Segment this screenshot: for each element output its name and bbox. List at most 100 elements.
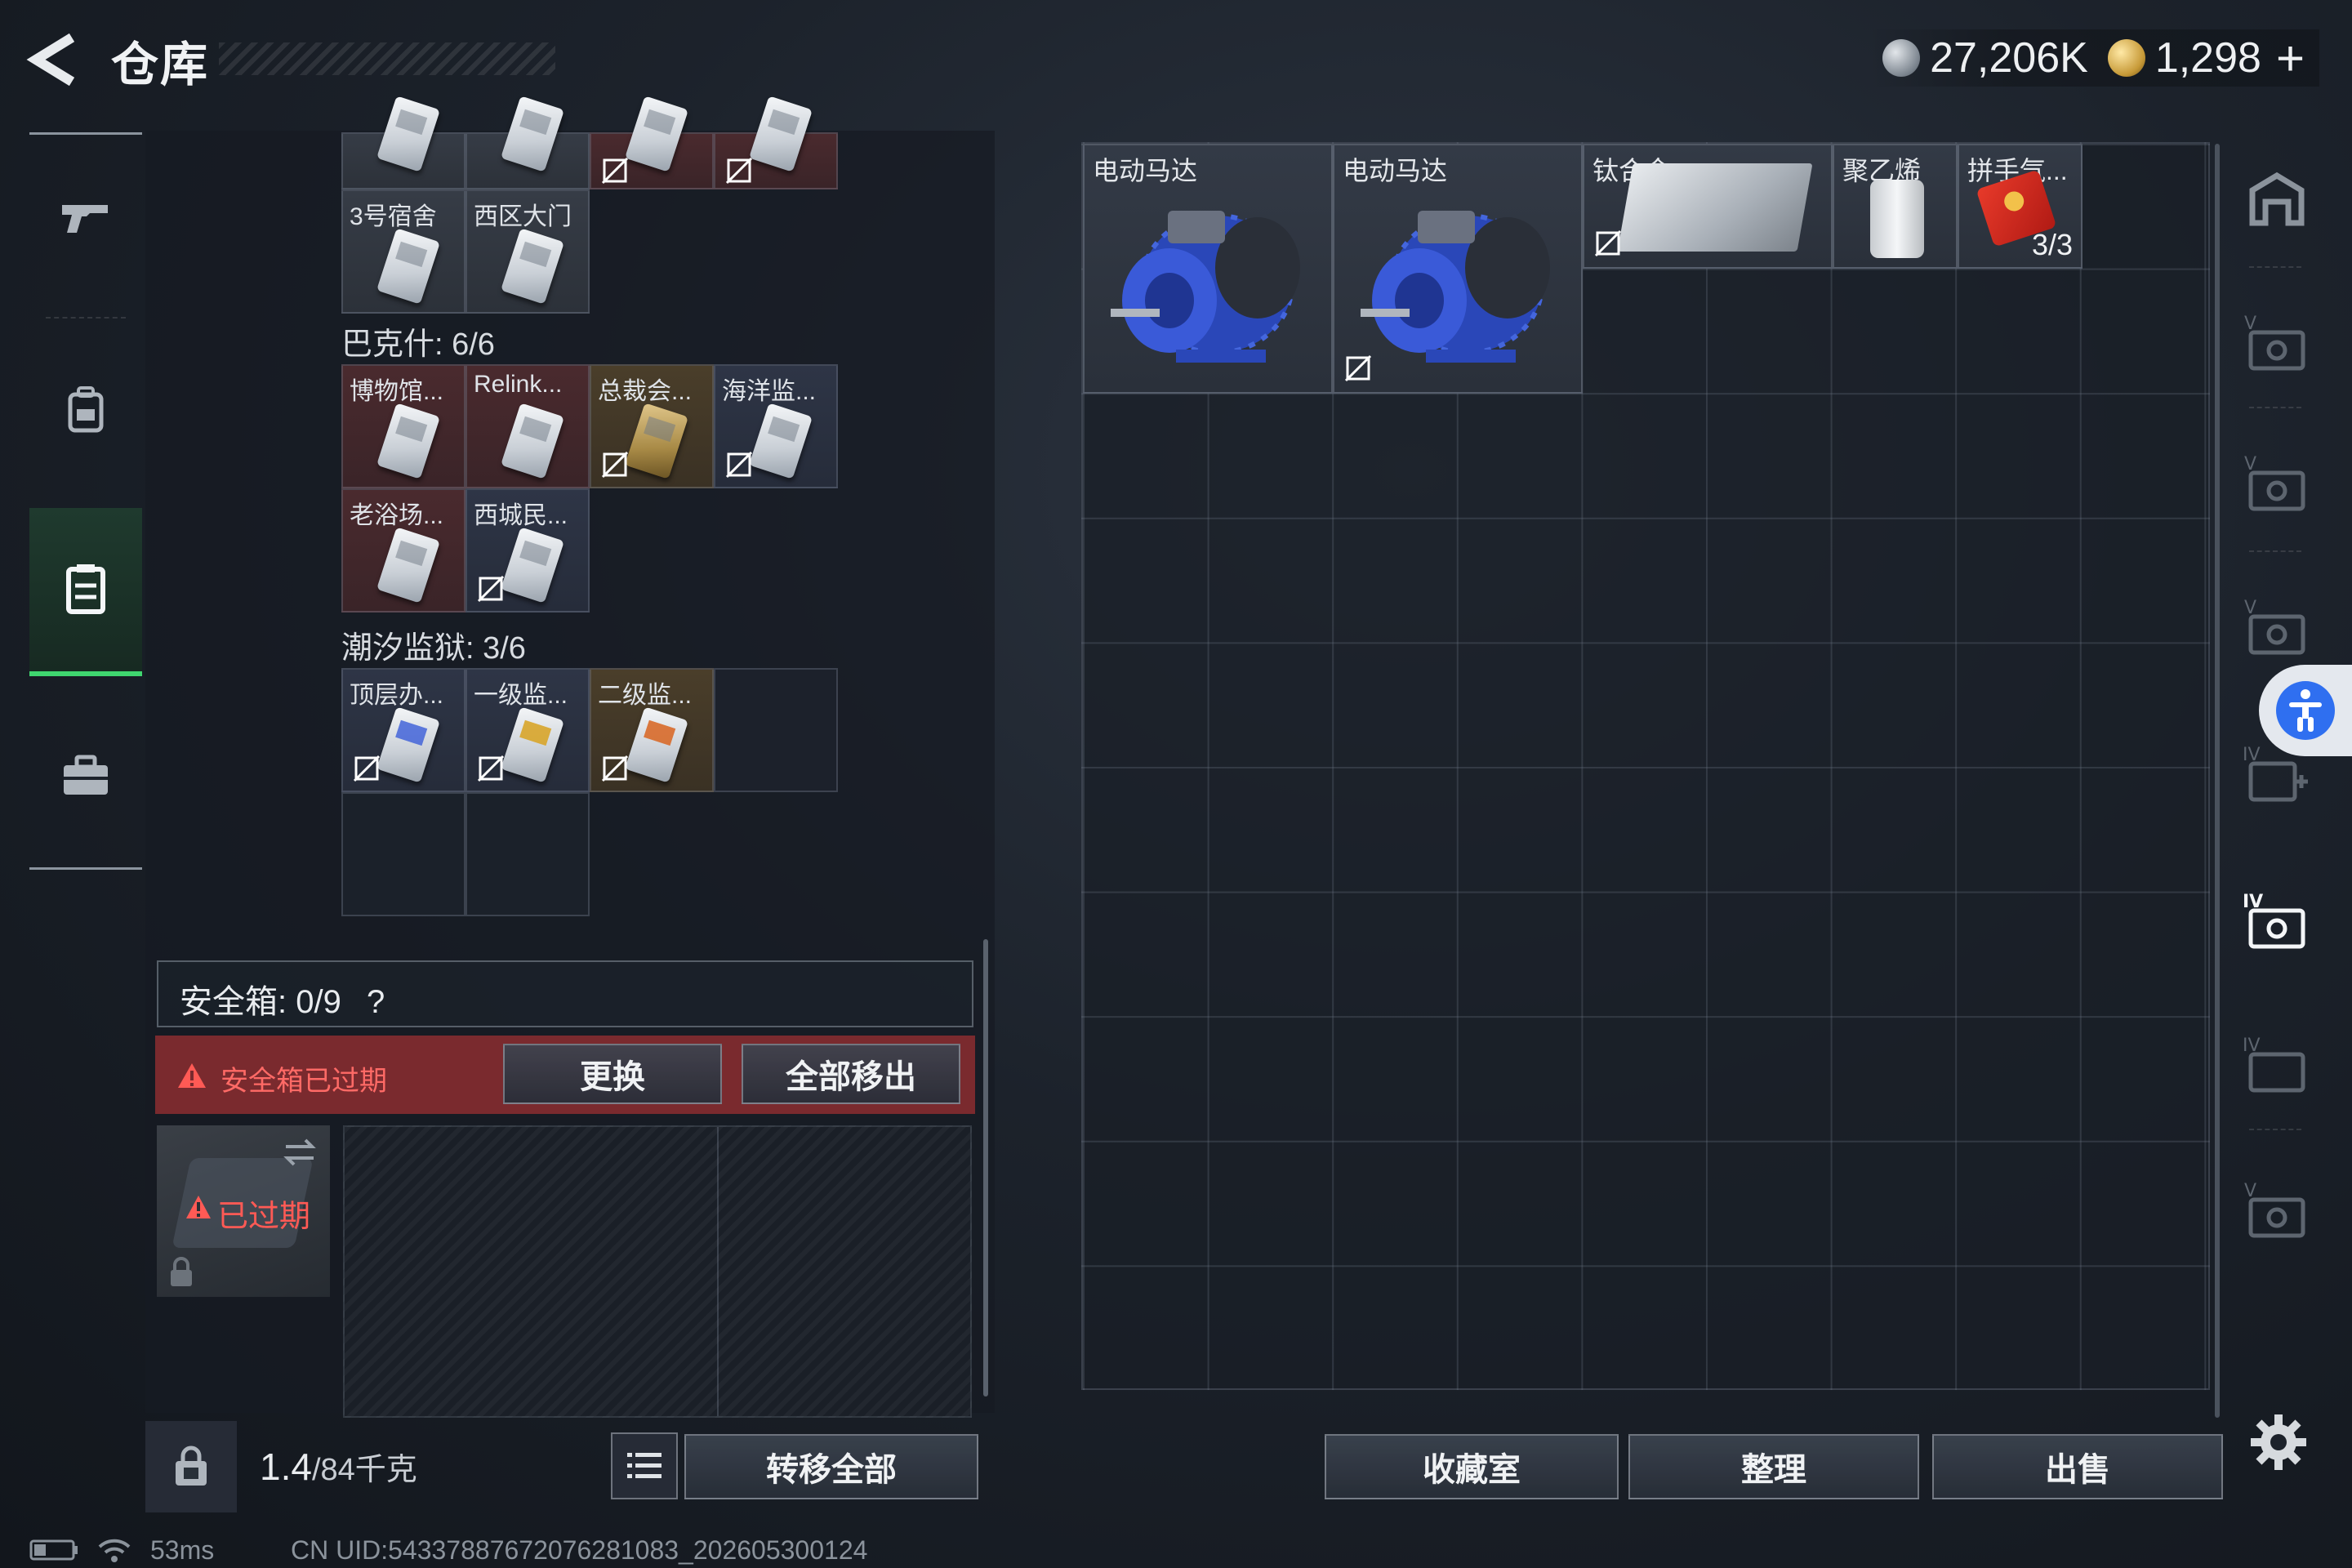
status-bar: 53ms	[29, 1534, 214, 1566]
no-trade-icon	[1594, 229, 1622, 257]
key-slot[interactable]	[341, 96, 466, 189]
key-slot[interactable]: 顶层办...	[341, 668, 466, 792]
key-label: 西区大门	[474, 203, 572, 230]
safe-box-warning-bar: 安全箱已过期 更换 全部移出	[155, 1036, 975, 1114]
expired-label: 已过期	[217, 1200, 311, 1234]
safe-box-header: 安全箱: 0/9 ?	[157, 960, 973, 1027]
key-slot[interactable]: 博物馆...	[341, 364, 466, 488]
keycard-icon	[749, 403, 813, 479]
key-slot-empty[interactable]	[714, 668, 838, 792]
storage-item[interactable]: 聚乙烯	[1833, 144, 1958, 269]
no-trade-icon	[725, 451, 753, 479]
key-label: 3号宿舍	[350, 203, 437, 230]
warning-icon	[186, 1196, 211, 1218]
key-slot[interactable]: Relink...	[466, 364, 590, 488]
keycard-icon	[501, 527, 564, 604]
key-slot[interactable]	[590, 96, 714, 189]
key-label: 西城民...	[474, 502, 568, 529]
gun-icon	[62, 205, 108, 233]
safe-box-thumbnail[interactable]: 已过期	[157, 1125, 330, 1297]
help-icon[interactable]: ?	[367, 984, 385, 1020]
group-title-bakshi: 巴克什: 6/6	[341, 327, 495, 362]
safe-box-capacity: 安全箱: 0/9	[180, 984, 341, 1020]
storage-case-icon: IV	[2243, 892, 2305, 949]
storage-item[interactable]: 电动马达	[1333, 144, 1583, 394]
key-slot[interactable]: 总裁会...	[590, 364, 714, 488]
key-slot[interactable]: 二级监...	[590, 668, 714, 792]
transfer-all-button[interactable]: 转移全部	[684, 1434, 978, 1499]
gear-icon	[2251, 1414, 2306, 1470]
nav-backpack[interactable]	[29, 328, 142, 492]
electric-motor-icon	[1111, 211, 1300, 363]
keycard-icon	[501, 228, 564, 305]
warning-icon	[178, 1063, 206, 1088]
weight-max: /84千克	[311, 1453, 417, 1487]
title-decoration	[219, 42, 555, 75]
accessibility-button[interactable]	[2259, 665, 2352, 756]
no-trade-icon	[477, 755, 505, 782]
collection-room-button[interactable]: 收藏室	[1325, 1434, 1619, 1499]
weight-icon	[176, 1446, 207, 1486]
key-label: 老浴场...	[350, 502, 444, 529]
list-icon	[627, 1453, 662, 1478]
toolbox-icon	[64, 755, 108, 795]
weight-readout: 1.4/84千克	[260, 1444, 417, 1489]
weight-lock-button[interactable]	[145, 1421, 237, 1512]
swap-icon[interactable]	[281, 1134, 318, 1171]
key-slot[interactable]: 老浴场...	[341, 488, 466, 612]
storage-grid[interactable]: 电动马达 电动马达 钛合金	[1081, 142, 2210, 1390]
storage-case-icon: V	[2244, 454, 2305, 511]
item-count: 3/3	[2031, 228, 2073, 261]
gold-coin-icon	[2107, 39, 2145, 77]
rail-home[interactable]	[2231, 147, 2323, 253]
nav-warehouse[interactable]	[29, 508, 142, 676]
wifi-icon	[98, 1539, 131, 1562]
rail-active-case[interactable]: IV	[2231, 871, 2323, 977]
rail-page-2[interactable]: V	[2231, 433, 2323, 539]
rail-page-6[interactable]: V	[2231, 1160, 2323, 1266]
right-scrollbar[interactable]	[2215, 144, 2220, 1418]
key-slot[interactable]: 西区大门	[466, 189, 590, 314]
storage-item[interactable]: 钛合金	[1583, 144, 1833, 269]
sell-button[interactable]: 出售	[1932, 1434, 2223, 1499]
left-scrollbar[interactable]	[983, 939, 988, 1396]
keycard-icon	[376, 228, 440, 305]
lock-icon	[171, 1257, 192, 1286]
key-slot[interactable]: 一级监...	[466, 668, 590, 792]
rail-page-5[interactable]: IV	[2231, 1014, 2323, 1120]
storage-case-icon: V	[2244, 1181, 2305, 1238]
back-button[interactable]	[24, 31, 90, 88]
back-arrow-icon	[26, 33, 75, 87]
storage-item[interactable]: 拼手气... 3/3	[1958, 144, 2082, 269]
key-slot[interactable]: 3号宿舍	[341, 189, 466, 314]
keycard-icon	[376, 403, 440, 479]
key-label: 博物馆...	[350, 378, 444, 405]
key-slot-empty[interactable]	[466, 792, 590, 916]
battery-icon	[29, 1539, 78, 1561]
no-trade-icon	[353, 755, 381, 782]
no-trade-icon	[601, 451, 629, 479]
silver-amount: 27,206K	[1930, 34, 2088, 82]
key-slot[interactable]	[466, 96, 590, 189]
settings-button[interactable]	[2247, 1411, 2310, 1473]
move-all-out-button[interactable]: 全部移出	[742, 1044, 960, 1104]
key-slot[interactable]	[714, 96, 838, 189]
storage-item[interactable]: 电动马达	[1083, 144, 1333, 394]
key-slot[interactable]: 海洋监...	[714, 364, 838, 488]
nav-weapons[interactable]	[29, 134, 142, 297]
warehouse-icon	[66, 564, 105, 614]
key-label: 海洋监...	[722, 378, 817, 405]
rail-page-1[interactable]: V	[2231, 292, 2323, 399]
safe-box-grid[interactable]	[343, 1125, 972, 1418]
nav-toolbox[interactable]	[29, 694, 142, 858]
no-trade-icon	[601, 755, 629, 782]
key-slot[interactable]: 西城民...	[466, 488, 590, 612]
list-view-button[interactable]	[611, 1432, 678, 1499]
storage-page-rail: V V V IV IV IV V	[2225, 144, 2329, 1418]
replace-button[interactable]: 更换	[503, 1044, 722, 1104]
add-currency-button[interactable]: +	[2276, 30, 2305, 87]
keycard-icon	[625, 706, 688, 783]
uid-text: CN UID:54337887672076281083_202605300124	[291, 1535, 868, 1565]
organize-button[interactable]: 整理	[1628, 1434, 1919, 1499]
key-slot-empty[interactable]	[341, 792, 466, 916]
